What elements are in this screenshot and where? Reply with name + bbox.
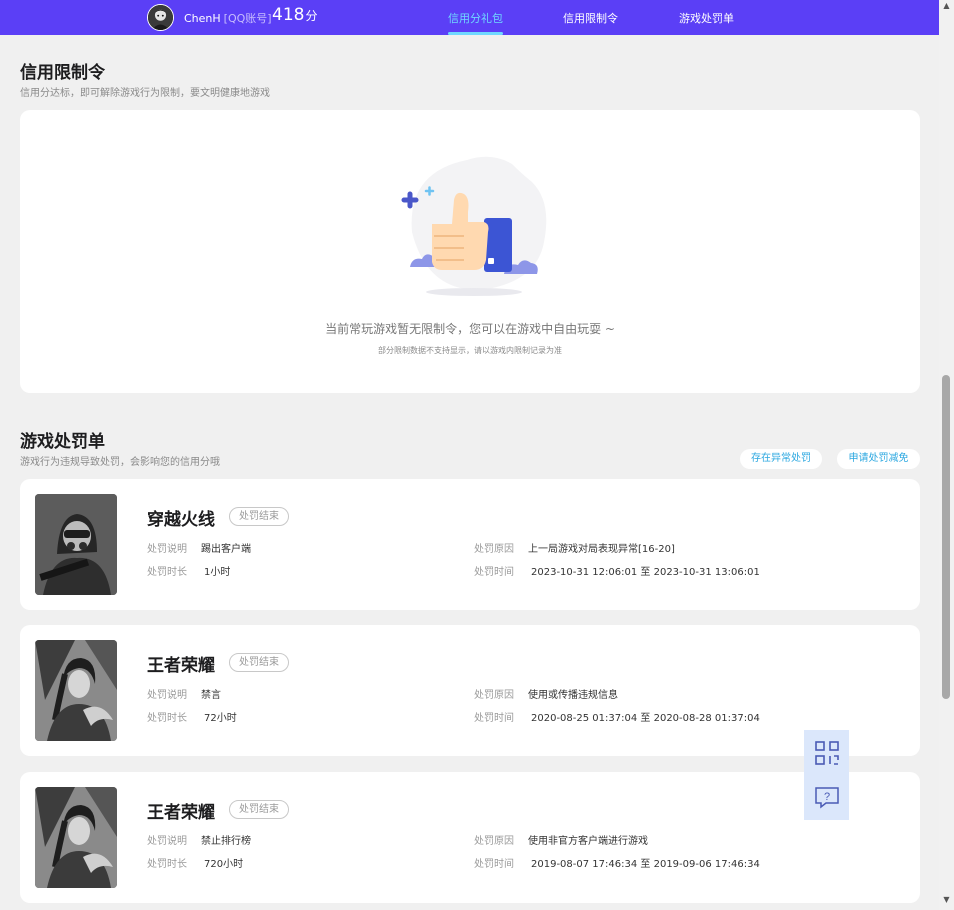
restriction-section-title: 信用限制令 (20, 63, 105, 83)
penalty-card[interactable]: 王者荣耀 处罚结束 处罚说明 禁言 处罚时长 72小时 处罚原因 使用或传播违规… (20, 625, 920, 756)
penalty-card[interactable]: 穿越火线 处罚结束 处罚说明 踢出客户端 处罚时长 1小时 处罚原因 上一局游戏… (20, 479, 920, 610)
page-scrollbar[interactable]: ▲ ▼ (939, 0, 954, 910)
penalty-section-title: 游戏处罚单 (20, 432, 105, 452)
svg-text:?: ? (823, 791, 829, 803)
report-abnormal-penalty-button[interactable]: 存在异常处罚 (740, 449, 822, 469)
penalty-duration-label: 处罚时长 (147, 859, 187, 870)
empty-state-note: 部分限制数据不支持显示，请以游戏内限制记录为准 (378, 346, 562, 355)
penalty-card[interactable]: 王者荣耀 处罚结束 处罚说明 禁止排行榜 处罚时长 720小时 处罚原因 使用非… (20, 772, 920, 903)
game-cover-hero-image (35, 787, 117, 888)
scrollbar-thumb[interactable] (942, 375, 950, 699)
feedback-help-button[interactable]: ? (804, 775, 849, 820)
penalty-desc-label: 处罚说明 (147, 836, 187, 847)
penalty-status-badge: 处罚结束 (229, 653, 289, 672)
penalty-status-badge: 处罚结束 (229, 800, 289, 819)
penalty-desc-value: 禁止排行榜 (201, 836, 251, 847)
penalty-duration-value: 1小时 (204, 567, 231, 578)
penalty-time-label: 处罚时间 (474, 859, 514, 870)
scroll-down-arrow-icon[interactable]: ▼ (942, 896, 951, 904)
penalty-time-value: 2023-10-31 12:06:01 至 2023-10-31 13:06:0… (531, 567, 760, 578)
tab-credit-gift[interactable]: 信用分礼包 (448, 10, 503, 35)
user-name: ChenH [QQ账号] (184, 12, 272, 25)
penalty-duration-label: 处罚时长 (147, 713, 187, 724)
account-type: [QQ账号] (223, 12, 272, 25)
penalty-time-value: 2020-08-25 01:37:04 至 2020-08-28 01:37:0… (531, 713, 760, 724)
penalty-reason-value: 使用或传播违规信息 (528, 690, 618, 701)
penalty-status-badge: 处罚结束 (229, 507, 289, 526)
penalty-reason-label: 处罚原因 (474, 690, 514, 701)
restriction-section-subtitle: 信用分达标，即可解除游戏行为限制，要文明健康地游戏 (20, 88, 270, 99)
penalty-duration-value: 720小时 (204, 859, 244, 870)
tab-credit-restriction[interactable]: 信用限制令 (563, 10, 618, 26)
scroll-up-arrow-icon[interactable]: ▲ (942, 2, 951, 10)
penalty-desc-value: 禁言 (201, 690, 221, 701)
empty-state-message: 当前常玩游戏暂无限制令，您可以在游戏中自由玩耍 ~ (325, 322, 615, 336)
penalty-duration-label: 处罚时长 (147, 567, 187, 578)
thumbs-up-illustration-icon (392, 152, 557, 302)
penalty-reason-value: 使用非官方客户端进行游戏 (528, 836, 648, 847)
game-name: 王者荣耀 (147, 656, 215, 676)
qr-code-button[interactable] (804, 730, 849, 775)
penalty-desc-label: 处罚说明 (147, 544, 187, 555)
apply-penalty-reduction-button[interactable]: 申请处罚减免 (837, 449, 920, 469)
penalty-time-value: 2019-08-07 17:46:34 至 2019-09-06 17:46:3… (531, 859, 760, 870)
penalty-desc-value: 踢出客户端 (201, 544, 251, 555)
penalty-time-label: 处罚时间 (474, 713, 514, 724)
penalty-duration-value: 72小时 (204, 713, 237, 724)
restriction-empty-card: 当前常玩游戏暂无限制令，您可以在游戏中自由玩耍 ~ 部分限制数据不支持显示，请以… (20, 110, 920, 393)
top-nav-bar: ChenH [QQ账号] 418分 信用分礼包 信用限制令 游戏处罚单 (0, 0, 939, 35)
game-cover-hero-image (35, 640, 117, 741)
penalty-desc-label: 处罚说明 (147, 690, 187, 701)
game-cover-soldier-image (35, 494, 117, 595)
penalty-section-subtitle: 游戏行为违规导致处罚，会影响您的信用分哦 (20, 457, 220, 468)
penalty-reason-label: 处罚原因 (474, 544, 514, 555)
game-name: 王者荣耀 (147, 803, 215, 823)
help-chat-icon: ? (814, 786, 839, 809)
penalty-reason-value: 上一局游戏对局表现异常[16-20] (528, 544, 675, 555)
user-avatar[interactable] (147, 4, 174, 31)
tab-game-penalty[interactable]: 游戏处罚单 (679, 10, 734, 26)
qr-code-icon (814, 740, 839, 765)
credit-score: 418分 (272, 5, 318, 25)
penalty-reason-label: 处罚原因 (474, 836, 514, 847)
game-name: 穿越火线 (147, 510, 215, 530)
penalty-time-label: 处罚时间 (474, 567, 514, 578)
